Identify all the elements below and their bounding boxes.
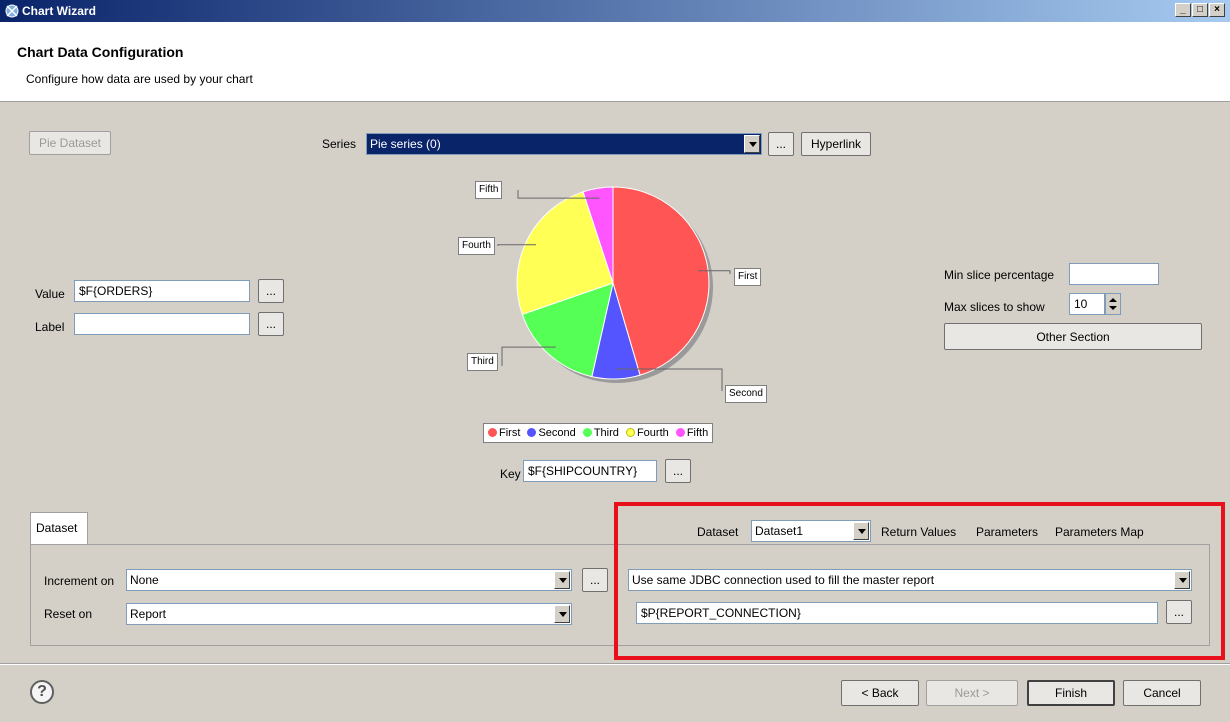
- label-label: Label: [35, 320, 65, 334]
- spinner-arrows-icon: [1109, 298, 1117, 310]
- legend-third: Third: [593, 427, 619, 439]
- increment-ellipsis-button[interactable]: ...: [582, 568, 608, 592]
- pie-label-third: Third: [467, 353, 498, 371]
- highlight-box: [614, 502, 1225, 660]
- series-select-value: Pie series (0): [370, 137, 441, 151]
- reset-on-label: Reset on: [44, 607, 93, 621]
- legend-swatch-first: [488, 428, 497, 437]
- label-expression-field[interactable]: [74, 313, 250, 335]
- pie-chart-preview: [497, 186, 731, 391]
- pie-dataset-button[interactable]: Pie Dataset: [29, 131, 111, 155]
- legend-fifth: Fifth: [686, 427, 709, 439]
- window-title-bar: Chart Wizard _ □ ×: [0, 0, 1230, 22]
- increment-on-label: Increment on: [44, 574, 115, 588]
- label-ellipsis-button[interactable]: ...: [258, 312, 284, 336]
- min-slice-label: Min slice percentage: [944, 268, 1055, 282]
- min-slice-field[interactable]: [1069, 263, 1159, 285]
- back-button[interactable]: < Back: [841, 680, 919, 706]
- increment-on-select[interactable]: None: [126, 569, 572, 591]
- key-expression-field[interactable]: $F{SHIPCOUNTRY}: [523, 460, 657, 482]
- reset-on-select[interactable]: Report: [126, 603, 572, 625]
- series-ellipsis-button[interactable]: ...: [768, 132, 794, 156]
- finish-button[interactable]: Finish: [1027, 680, 1115, 706]
- reset-on-value: Report: [130, 607, 167, 621]
- next-button[interactable]: Next >: [926, 680, 1018, 706]
- series-label: Series: [322, 137, 357, 151]
- help-icon[interactable]: ?: [30, 680, 54, 704]
- chart-wizard-app-icon: [5, 4, 19, 18]
- pie-label-first: First: [734, 268, 762, 286]
- max-slices-label: Max slices to show: [944, 300, 1045, 314]
- chart-legend: First Second Third Fourth Fifth: [483, 423, 714, 443]
- series-select[interactable]: Pie series (0): [366, 133, 762, 155]
- increment-on-value: None: [130, 573, 159, 587]
- legend-swatch-fourth: [625, 428, 635, 437]
- page-subtitle: Configure how data are used by your char…: [26, 72, 253, 86]
- legend-first: First: [499, 427, 521, 439]
- legend-swatch-fifth: [675, 428, 685, 437]
- tab-dataset[interactable]: Dataset: [30, 512, 88, 544]
- max-slices-spinner[interactable]: [1105, 293, 1121, 315]
- close-button[interactable]: ×: [1209, 3, 1225, 17]
- legend-fourth: Fourth: [636, 427, 669, 439]
- pie-label-fourth: Fourth: [458, 237, 495, 255]
- hyperlink-button[interactable]: Hyperlink: [801, 132, 871, 156]
- wizard-header: Chart Data Configuration Configure how d…: [0, 22, 1230, 102]
- legend-second: Second: [538, 427, 576, 439]
- key-ellipsis-button[interactable]: ...: [665, 459, 691, 483]
- chevron-down-icon[interactable]: [554, 605, 570, 623]
- window-title: Chart Wizard: [22, 4, 96, 18]
- value-ellipsis-button[interactable]: ...: [258, 279, 284, 303]
- chevron-down-icon[interactable]: [744, 135, 760, 153]
- other-section-button[interactable]: Other Section: [944, 323, 1202, 350]
- minimize-button[interactable]: _: [1175, 3, 1191, 17]
- maximize-button[interactable]: □: [1192, 3, 1208, 17]
- cancel-button[interactable]: Cancel: [1123, 680, 1201, 706]
- legend-swatch-third: [582, 428, 592, 437]
- max-slices-field[interactable]: 10: [1069, 293, 1105, 315]
- value-label: Value: [35, 287, 65, 301]
- pie-label-second: Second: [725, 385, 767, 403]
- value-expression-field[interactable]: $F{ORDERS}: [74, 280, 250, 302]
- footer-separator: [0, 663, 1230, 665]
- chevron-down-icon[interactable]: [554, 571, 570, 589]
- pie-label-fifth: Fifth: [475, 181, 503, 199]
- key-label: Key: [500, 467, 521, 481]
- page-title: Chart Data Configuration: [17, 44, 184, 60]
- legend-swatch-second: [527, 428, 537, 437]
